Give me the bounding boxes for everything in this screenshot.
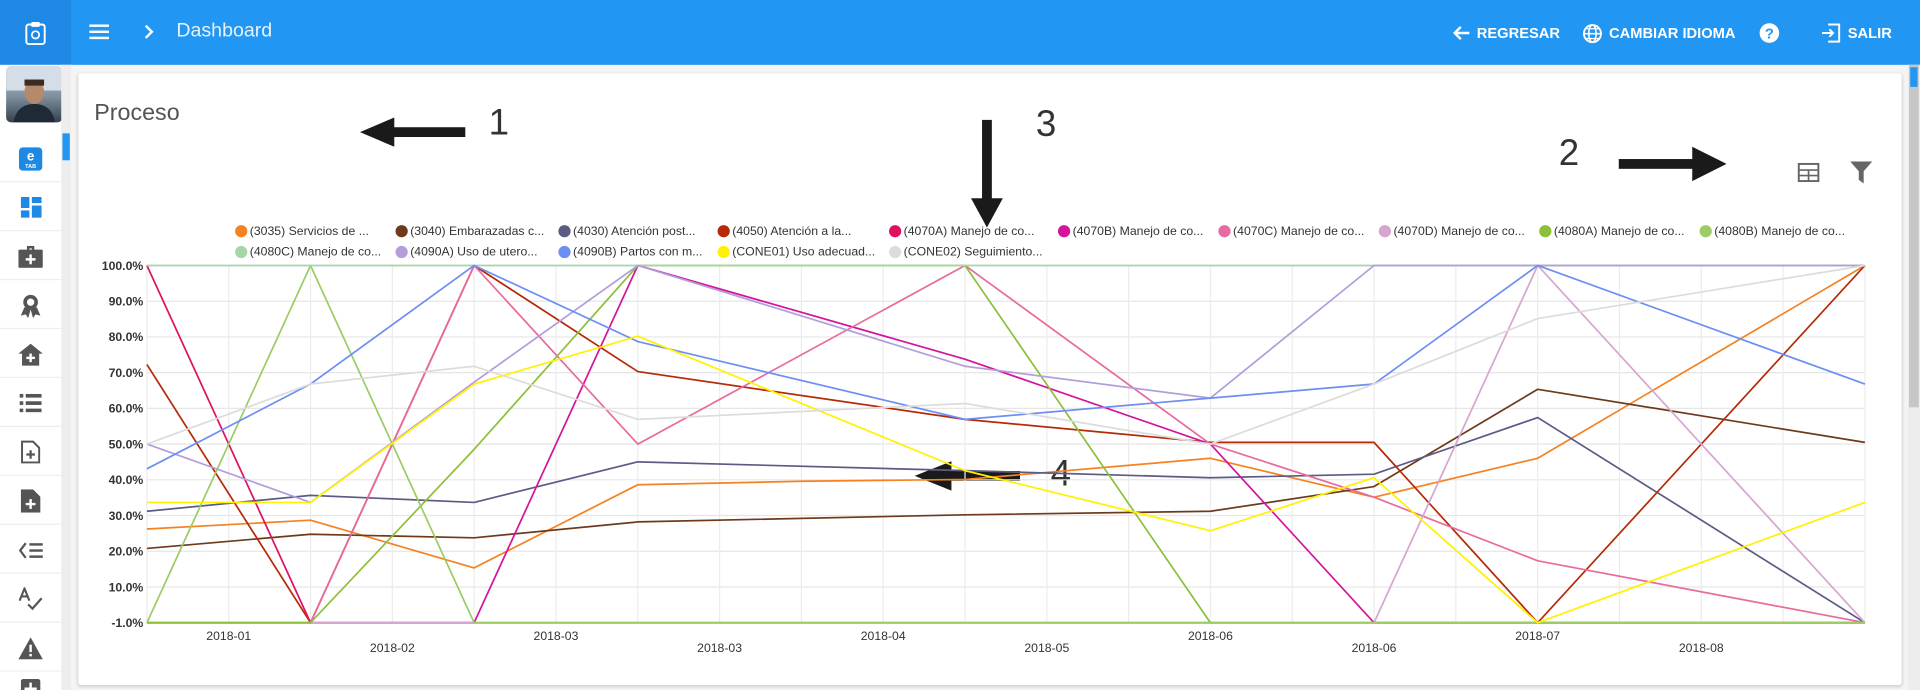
x-tick-label: 2018-02 (370, 641, 415, 655)
series-line-2 (146, 416, 1866, 624)
y-tick-label: 40.0% (109, 473, 144, 487)
chevron-right-icon (140, 21, 160, 43)
globe-icon (1582, 23, 1602, 43)
arrow-left-icon (1452, 26, 1470, 41)
sidebar-item-list[interactable] (0, 380, 62, 427)
sidebar-item-warning[interactable] (0, 625, 62, 672)
x-tick-label: 2018-04 (861, 629, 906, 643)
sidebar-item-hospital[interactable] (0, 332, 62, 379)
sidebar-item-etab[interactable]: e TAB (0, 136, 62, 183)
sidebar-item-add-file[interactable] (0, 478, 62, 525)
svg-text:TAB: TAB (25, 164, 36, 170)
exit-button[interactable]: SALIR (1821, 21, 1892, 45)
warning-icon (18, 636, 43, 659)
change-language-label: CAMBIAR IDIOMA (1608, 24, 1736, 42)
page-scroll-thumb[interactable] (1908, 64, 1919, 408)
line-chart: 100.0% 90.0% 80.0% 70.0% 60.0% 50.0% 40.0% 30.0… (102, 259, 1866, 655)
exit-label: SALIR (1847, 24, 1892, 42)
back-label: REGRESAR (1476, 24, 1561, 42)
y-tick-label: 70.0% (109, 366, 144, 380)
x-tick-label: 2018-01 (206, 629, 251, 643)
exit-icon (1822, 23, 1841, 43)
help-icon: ? (1759, 23, 1780, 43)
back-button[interactable]: REGRESAR (1451, 21, 1560, 45)
y-tick-label: -1.0% (111, 616, 143, 630)
sidebar-scroll-thumb[interactable] (62, 133, 70, 161)
y-tick-label: 50.0% (109, 437, 144, 451)
x-tick-label: 2018-06 (1188, 629, 1233, 643)
change-language-button[interactable]: CAMBIAR IDIOMA (1582, 21, 1736, 45)
add-document-icon (21, 440, 41, 464)
y-tick-label: 20.0% (109, 545, 144, 559)
list-check-icon (18, 541, 43, 558)
sidebar-item-spellcheck[interactable] (0, 576, 62, 623)
y-tick-label: 10.0% (109, 580, 144, 594)
y-tick-label: 30.0% (109, 509, 144, 523)
sidebar-scrollbar[interactable] (61, 64, 72, 690)
sidebar-item-add-document[interactable] (0, 429, 62, 476)
sidebar-item-medical[interactable] (0, 674, 61, 690)
app-logo[interactable] (0, 0, 72, 65)
medical-kit-icon (18, 245, 43, 268)
y-tick-label: 100.0% (102, 259, 144, 273)
x-tick-label: 2018-07 (1515, 629, 1560, 643)
x-tick-label: 2018-08 (1679, 641, 1724, 655)
medical-icon (20, 678, 41, 690)
sidebar-item-award[interactable] (0, 283, 62, 330)
hamburger-menu-icon[interactable] (86, 18, 113, 45)
page-title: Dashboard (176, 20, 273, 42)
app-root: Dashboard REGRESAR CAMBIAR IDIOMA ? SALI… (0, 0, 1920, 690)
y-tick-label: 60.0% (109, 402, 144, 416)
x-tick-label: 2018-05 (1024, 641, 1069, 655)
avatar[interactable] (6, 66, 63, 123)
y-tick-label: 80.0% (109, 330, 144, 344)
y-tick-label: 90.0% (109, 294, 144, 308)
dashboard-icon (20, 196, 42, 218)
svg-text:?: ? (1765, 27, 1774, 43)
spellcheck-icon (18, 587, 43, 611)
page-scroll-indicator (1910, 67, 1918, 87)
add-file-icon (20, 489, 41, 513)
x-tick-label: 2018-03 (697, 641, 742, 655)
sidebar-item-list-check[interactable] (0, 527, 62, 574)
clipboard-logo-icon (25, 21, 46, 45)
x-tick-label: 2018-03 (534, 629, 579, 643)
page-scrollbar[interactable] (1907, 64, 1920, 690)
award-icon (20, 294, 41, 318)
series-line-1 (146, 388, 1866, 550)
top-bar: Dashboard REGRESAR CAMBIAR IDIOMA ? SALI… (0, 0, 1920, 65)
hospital-icon (18, 343, 43, 366)
help-button[interactable]: ? (1758, 21, 1786, 45)
process-card: Proceso 1 2 3 4 (3035) Servicios de ... … (78, 73, 1902, 686)
sidebar-item-dashboard[interactable] (0, 185, 62, 232)
sidebar-item-medical-kit[interactable] (0, 234, 62, 281)
list-icon (19, 393, 42, 413)
etab-icon: e TAB (18, 146, 43, 171)
x-tick-label: 2018-06 (1352, 641, 1397, 655)
svg-text:e: e (27, 148, 35, 163)
